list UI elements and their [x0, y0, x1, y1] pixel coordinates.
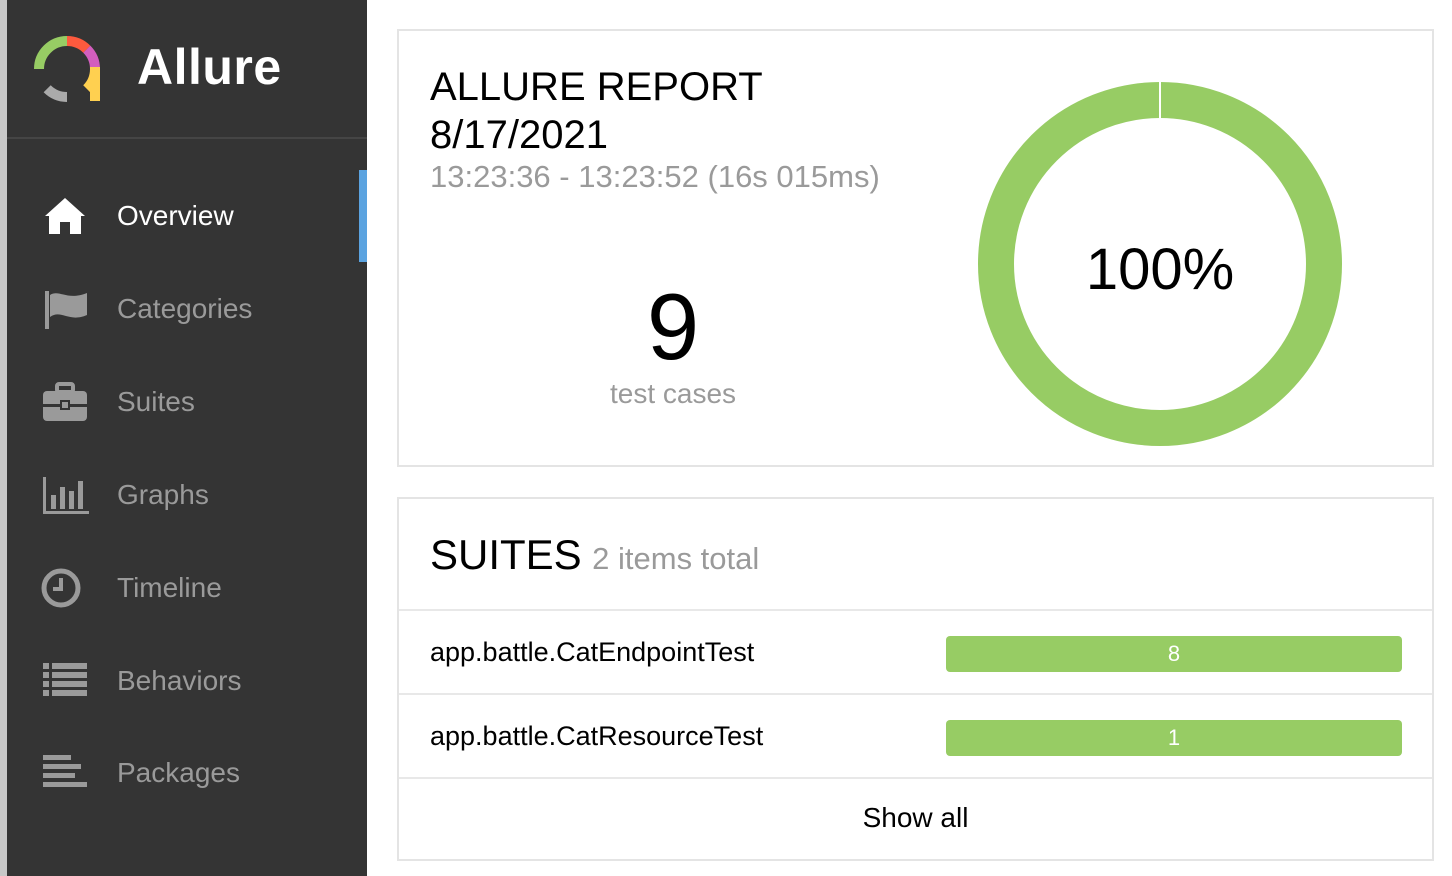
sidebar-item-packages[interactable]: Packages — [7, 727, 367, 819]
report-time-range: 13:23:36 - 13:23:52 (16s 015ms) — [430, 159, 880, 194]
sidebar-item-label: Categories — [117, 293, 253, 324]
sidebar-item-label: Overview — [117, 200, 234, 231]
success-rate-label: 100% — [1085, 237, 1235, 302]
sidebar-item-label: Suites — [117, 386, 195, 417]
suites-count: 2 items total — [592, 541, 760, 576]
suite-passed-bar: 8 — [946, 636, 1402, 672]
sidebar-item-overview[interactable]: Overview — [7, 170, 367, 262]
sidebar-item-label: Packages — [117, 757, 240, 788]
align-left-icon — [43, 755, 87, 787]
sidebar-item-behaviors[interactable]: Behaviors — [7, 635, 367, 727]
suites-title: SUITES — [430, 531, 582, 578]
flag-icon — [45, 291, 87, 329]
show-all-link[interactable]: Show all — [399, 777, 1432, 861]
suites-widget: SUITES 2 items total app.battle.CatEndpo… — [397, 497, 1434, 861]
suite-row[interactable]: app.battle.CatResourceTest 1 — [399, 693, 1432, 777]
allure-logo-icon — [33, 35, 100, 102]
home-icon — [45, 198, 85, 234]
suite-row[interactable]: app.battle.CatEndpointTest 8 — [399, 609, 1432, 693]
suite-name: app.battle.CatEndpointTest — [430, 637, 755, 667]
sidebar-item-categories[interactable]: Categories — [7, 263, 367, 355]
briefcase-icon — [43, 382, 87, 421]
clock-icon — [41, 568, 81, 608]
active-indicator — [359, 170, 367, 262]
sidebar: Allure Overview Categories Suites Graphs… — [7, 0, 367, 876]
suites-header: SUITES 2 items total — [430, 531, 759, 579]
suite-name: app.battle.CatResourceTest — [430, 721, 764, 751]
report-title: ALLURE REPORT 8/17/2021 — [430, 63, 763, 159]
suite-passed-bar: 1 — [946, 720, 1402, 756]
list-icon — [43, 663, 87, 696]
summary-widget: ALLURE REPORT 8/17/2021 13:23:36 - 13:23… — [397, 29, 1434, 467]
report-date: 8/17/2021 — [430, 113, 608, 157]
sidebar-item-timeline[interactable]: Timeline — [7, 542, 367, 634]
test-count-label: test cases — [609, 378, 737, 409]
window-edge — [0, 0, 7, 876]
sidebar-item-label: Behaviors — [117, 665, 242, 696]
sidebar-item-graphs[interactable]: Graphs — [7, 449, 367, 541]
brand-name: Allure — [137, 39, 282, 95]
sidebar-item-label: Graphs — [117, 479, 209, 510]
report-title-line1: ALLURE REPORT — [430, 65, 763, 109]
sidebar-item-suites[interactable]: Suites — [7, 356, 367, 448]
test-count: 9 — [646, 274, 700, 379]
brand-header[interactable]: Allure — [7, 0, 367, 139]
bar-chart-icon — [43, 477, 89, 514]
sidebar-item-label: Timeline — [117, 572, 222, 603]
